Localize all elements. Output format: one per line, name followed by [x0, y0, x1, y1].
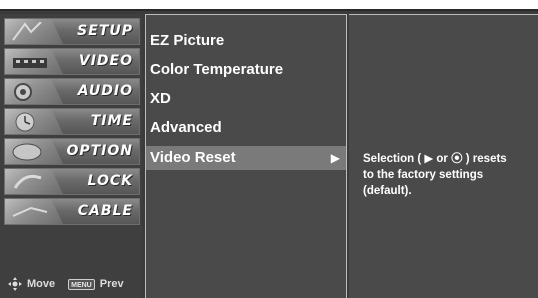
category-menu: SETUP VIDEO AUDIO TIME OPTION LOCK CABLE…	[0, 14, 142, 298]
audio-speaker-thumbnail-icon	[5, 79, 63, 104]
menu-item-cable[interactable]: CABLE	[4, 198, 140, 225]
navigation-legend: Move MENU Prev	[8, 276, 140, 292]
move-dpad-icon	[8, 277, 22, 291]
submenu-item-color-temperature[interactable]: Color Temperature	[146, 58, 346, 82]
lock-thumbnail-icon	[5, 169, 63, 194]
menu-item-label: VIDEO	[78, 53, 133, 69]
time-clock-thumbnail-icon	[5, 109, 63, 134]
menu-item-label: CABLE	[77, 203, 133, 219]
submenu-item-label: Video Reset	[150, 149, 236, 166]
menu-key-icon: MENU	[68, 278, 95, 290]
menu-item-lock[interactable]: LOCK	[4, 168, 140, 195]
submenu-item-xd[interactable]: XD	[146, 87, 346, 111]
menu-item-setup[interactable]: SETUP	[4, 18, 140, 45]
help-text: Selection ( ▶ or ⦿ ) resets to the facto…	[363, 153, 507, 197]
option-badge-thumbnail-icon	[5, 139, 63, 164]
menu-item-label: AUDIO	[77, 83, 133, 99]
menu-item-video[interactable]: VIDEO	[4, 48, 140, 75]
video-submenu: EZ Picture Color Temperature XD Advanced…	[145, 14, 347, 298]
submenu-item-label: Advanced	[150, 119, 222, 136]
menu-item-label: TIME	[90, 113, 133, 129]
menu-item-time[interactable]: TIME	[4, 108, 140, 135]
menu-item-label: SETUP	[77, 23, 133, 39]
submenu-item-advanced[interactable]: Advanced	[146, 116, 346, 140]
menu-item-option[interactable]: OPTION	[4, 138, 140, 165]
submenu-item-label: XD	[150, 90, 171, 107]
tv-menu-screen: SETUP VIDEO AUDIO TIME OPTION LOCK CABLE…	[0, 0, 538, 298]
info-panel: Selection ( ▶ or ⦿ ) resets to the facto…	[349, 14, 538, 298]
cable-thumbnail-icon	[5, 199, 63, 224]
menu-item-label: LOCK	[87, 173, 133, 189]
setup-thumbnail-icon	[5, 19, 63, 44]
prev-label: Prev	[99, 278, 124, 290]
top-divider	[0, 9, 538, 11]
video-film-thumbnail-icon	[5, 49, 63, 74]
submenu-item-video-reset[interactable]: Video Reset ▶	[146, 146, 346, 170]
submenu-item-label: EZ Picture	[150, 32, 225, 49]
menu-item-label: OPTION	[66, 143, 133, 159]
move-label: Move	[27, 278, 56, 290]
submenu-item-label: Color Temperature	[150, 61, 284, 78]
right-arrow-icon: ▶	[330, 151, 340, 165]
menu-item-audio[interactable]: AUDIO	[4, 78, 140, 105]
submenu-item-ez-picture[interactable]: EZ Picture	[146, 29, 346, 53]
